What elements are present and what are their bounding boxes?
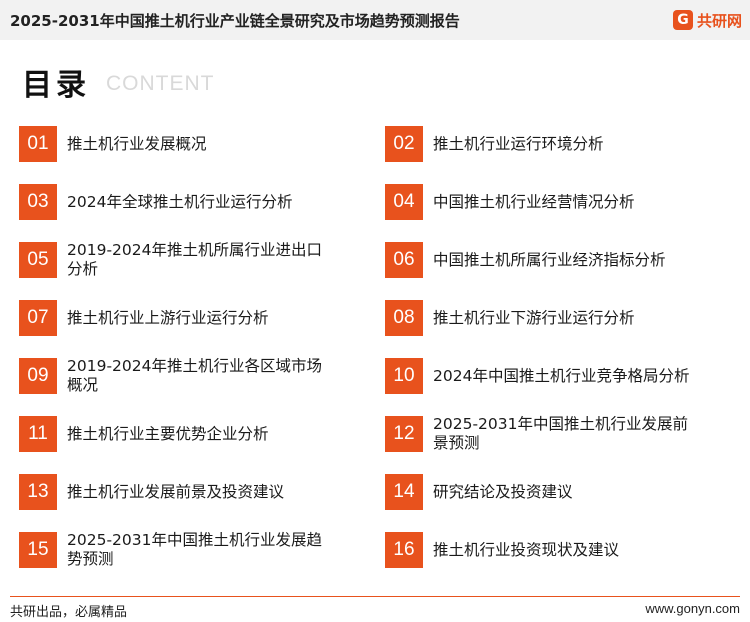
toc-heading-en: CONTENT (106, 72, 215, 95)
toc-item-label: 2024年全球推土机行业运行分析 (67, 192, 293, 211)
top-bar: 2025-2031年中国推土机行业产业链全景研究及市场趋势预测报告 G 共研网 (0, 0, 750, 40)
toc-item-number: 05 (19, 242, 57, 278)
footer-divider (10, 596, 740, 597)
toc-item-01: 01 推土机行业发展概况 (19, 126, 349, 162)
brand-logo: G 共研网 (672, 8, 742, 32)
toc-item-number: 03 (19, 184, 57, 220)
toc-item-09: 09 2019-2024年推土机行业各区域市场概况 (19, 357, 339, 394)
toc-item-number: 01 (19, 126, 57, 162)
toc-item-number: 10 (385, 358, 423, 394)
toc-item-08: 08 推土机行业下游行业运行分析 (385, 300, 715, 336)
toc-item-label: 2019-2024年推土机行业各区域市场概况 (67, 357, 322, 394)
toc-item-label: 推土机行业上游行业运行分析 (67, 308, 269, 327)
toc-item-11: 11 推土机行业主要优势企业分析 (19, 416, 349, 452)
toc-item-02: 02 推土机行业运行环境分析 (385, 126, 715, 162)
toc-item-label: 推土机行业发展前景及投资建议 (67, 482, 285, 501)
toc-item-label: 2019-2024年推土机所属行业进出口分析 (67, 241, 322, 278)
toc-item-07: 07 推土机行业上游行业运行分析 (19, 300, 349, 336)
toc-item-label: 中国推土机行业经营情况分析 (433, 192, 635, 211)
toc-item-15: 15 2025-2031年中国推土机行业发展趋势预测 (19, 531, 339, 568)
toc-item-label: 推土机行业主要优势企业分析 (67, 424, 269, 443)
toc-item-label: 研究结论及投资建议 (433, 482, 573, 501)
footer-website[interactable]: www.gonyn.com (645, 601, 740, 616)
toc-item-05: 05 2019-2024年推土机所属行业进出口分析 (19, 241, 339, 278)
toc-item-number: 04 (385, 184, 423, 220)
toc-item-label: 推土机行业运行环境分析 (433, 134, 604, 153)
toc-item-04: 04 中国推土机行业经营情况分析 (385, 184, 715, 220)
footer-slogan: 共研出品，必属精品 (10, 605, 128, 620)
report-title: 2025-2031年中国推土机行业产业链全景研究及市场趋势预测报告 (10, 12, 460, 30)
toc-item-number: 13 (19, 474, 57, 510)
toc-item-label: 2025-2031年中国推土机行业发展前景预测 (433, 415, 688, 452)
toc-item-03: 03 2024年全球推土机行业运行分析 (19, 184, 349, 220)
toc-item-13: 13 推土机行业发展前景及投资建议 (19, 474, 349, 510)
toc-item-label: 2024年中国推土机行业竞争格局分析 (433, 366, 690, 385)
toc-heading-cn: 目录 (22, 68, 90, 103)
toc-item-12: 12 2025-2031年中国推土机行业发展前景预测 (385, 415, 715, 452)
logo-text: 共研网 (696, 11, 742, 30)
toc-item-number: 02 (385, 126, 423, 162)
toc-item-06: 06 中国推土机所属行业经济指标分析 (385, 242, 715, 278)
toc-item-number: 11 (19, 416, 57, 452)
toc-item-label: 2025-2031年中国推土机行业发展趋势预测 (67, 531, 322, 568)
toc-item-16: 16 推土机行业投资现状及建议 (385, 532, 715, 568)
toc-heading: 目录 CONTENT (22, 60, 214, 104)
toc-item-number: 08 (385, 300, 423, 336)
toc-item-10: 10 2024年中国推土机行业竞争格局分析 (385, 358, 715, 394)
toc-item-number: 15 (19, 532, 57, 568)
toc-item-number: 12 (385, 416, 423, 452)
toc-item-number: 09 (19, 358, 57, 394)
toc-item-label: 中国推土机所属行业经济指标分析 (433, 250, 666, 269)
toc-item-number: 07 (19, 300, 57, 336)
toc-item-number: 16 (385, 532, 423, 568)
toc-item-number: 14 (385, 474, 423, 510)
toc-item-number: 06 (385, 242, 423, 278)
logo-icon: G (672, 10, 693, 30)
toc-item-label: 推土机行业投资现状及建议 (433, 540, 620, 559)
toc-item-label: 推土机行业发展概况 (67, 134, 207, 153)
toc-item-label: 推土机行业下游行业运行分析 (433, 308, 635, 327)
toc-item-14: 14 研究结论及投资建议 (385, 474, 715, 510)
